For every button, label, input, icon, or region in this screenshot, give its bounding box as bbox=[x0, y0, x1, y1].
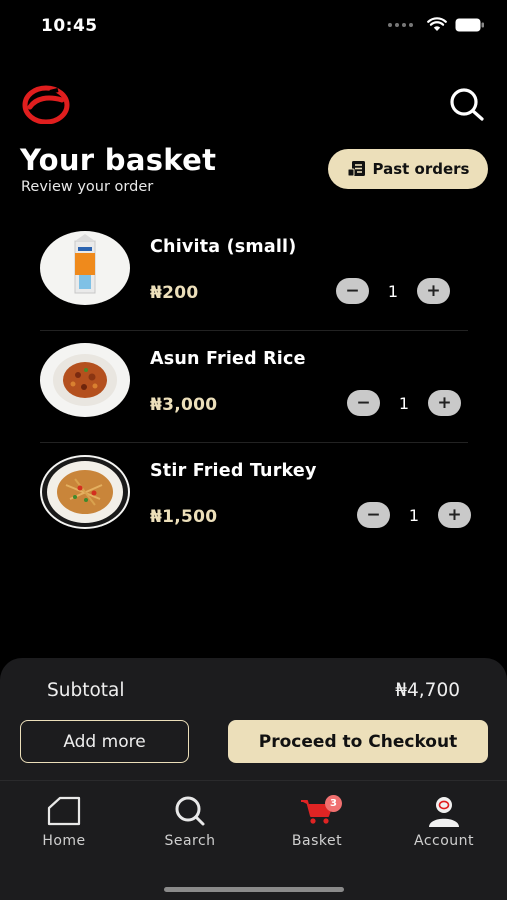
subtotal-label: Subtotal bbox=[47, 680, 125, 701]
item-name: Chivita (small) bbox=[150, 237, 297, 257]
item-price: ₦3,000 bbox=[150, 395, 218, 415]
battery-icon bbox=[455, 18, 484, 31]
item-name: Asun Fried Rice bbox=[150, 349, 306, 369]
tab-search[interactable]: Search bbox=[140, 793, 240, 849]
quantity-stepper: − 1 + bbox=[347, 390, 461, 416]
tab-label: Search bbox=[164, 833, 216, 849]
basket-item: Stir Fried Turkey ₦1,500 − 1 + bbox=[40, 443, 471, 555]
tab-account[interactable]: Account bbox=[394, 793, 494, 849]
status-icons bbox=[388, 17, 485, 32]
signal-dots-icon bbox=[388, 22, 413, 27]
search-icon[interactable] bbox=[448, 87, 486, 123]
account-icon bbox=[429, 797, 459, 827]
subtotal-value: ₦4,700 bbox=[395, 680, 460, 701]
home-indicator bbox=[164, 887, 344, 892]
quantity-stepper: − 1 + bbox=[357, 502, 471, 528]
quantity-stepper: − 1 + bbox=[336, 278, 450, 304]
tab-basket[interactable]: 3 Basket bbox=[267, 793, 367, 849]
increase-button[interactable]: + bbox=[438, 502, 471, 528]
checkout-panel: Subtotal ₦4,700 Add more Proceed to Chec… bbox=[0, 658, 507, 900]
home-icon bbox=[47, 796, 81, 826]
past-orders-button[interactable]: Past orders bbox=[328, 149, 488, 189]
tab-home[interactable]: Home bbox=[14, 793, 114, 849]
quantity-value: 1 bbox=[408, 505, 420, 525]
decrease-button[interactable]: − bbox=[347, 390, 380, 416]
quantity-value: 1 bbox=[398, 393, 410, 413]
status-bar: 10:45 bbox=[0, 0, 507, 52]
increase-button[interactable]: + bbox=[417, 278, 450, 304]
fried-rice-plate-image bbox=[40, 343, 130, 417]
decrease-button[interactable]: − bbox=[357, 502, 390, 528]
brand-logo-icon bbox=[22, 85, 70, 124]
stir-fry-plate-image bbox=[40, 455, 130, 529]
increase-button[interactable]: + bbox=[428, 390, 461, 416]
page-title: Your basket bbox=[20, 143, 217, 177]
basket-item: Asun Fried Rice ₦3,000 − 1 + bbox=[40, 331, 470, 443]
status-time: 10:45 bbox=[41, 16, 98, 36]
juice-carton-image bbox=[40, 231, 130, 305]
basket-item: Chivita (small) ₦200 − 1 + bbox=[40, 219, 470, 331]
item-price: ₦200 bbox=[150, 283, 199, 303]
basket-count-badge: 3 bbox=[325, 795, 342, 812]
add-more-button[interactable]: Add more bbox=[20, 720, 189, 763]
item-price: ₦1,500 bbox=[150, 507, 218, 527]
wifi-icon bbox=[427, 17, 447, 31]
page-subtitle: Review your order bbox=[21, 179, 154, 195]
decrease-button[interactable]: − bbox=[336, 278, 369, 304]
item-name: Stir Fried Turkey bbox=[150, 461, 317, 481]
past-orders-label: Past orders bbox=[372, 160, 470, 178]
receipt-icon bbox=[347, 161, 365, 177]
proceed-to-checkout-button[interactable]: Proceed to Checkout bbox=[228, 720, 488, 763]
tab-label: Basket bbox=[291, 833, 343, 849]
tab-label: Account bbox=[413, 833, 475, 849]
tab-label: Home bbox=[42, 833, 86, 849]
tab-bar: Home Search 3 Basket Account bbox=[0, 780, 507, 900]
quantity-value: 1 bbox=[387, 281, 399, 301]
search-icon bbox=[175, 796, 205, 826]
